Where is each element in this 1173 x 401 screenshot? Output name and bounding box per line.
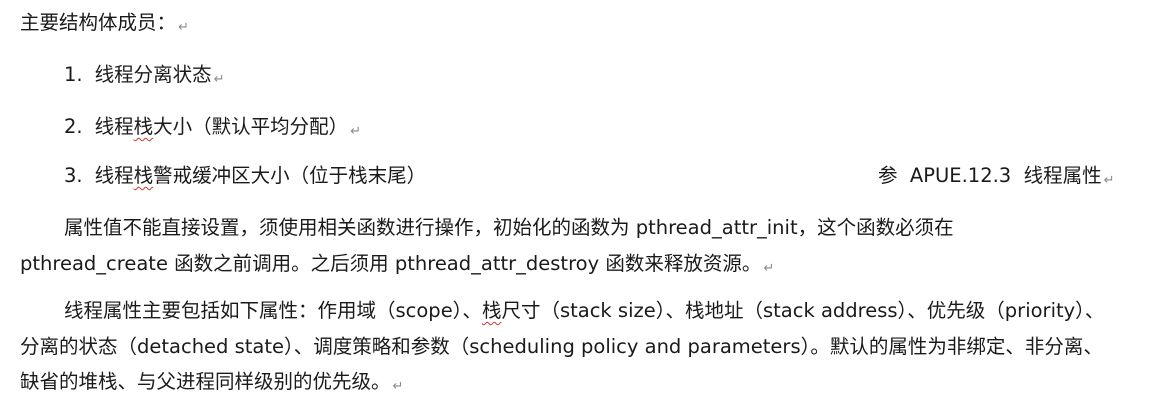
section-heading: 主要结构体成员： ↵ [20,11,189,35]
paragraph-mark-icon: ↵ [350,124,362,139]
paragraph-mark-icon: ↵ [392,379,404,394]
paragraph-mark-icon: ↵ [1103,173,1115,188]
spellcheck-underline: 栈 [133,164,154,187]
list-item-2: 2. 线程栈大小（默认平均分配） ↵ [64,115,362,139]
spellcheck-underline: 栈 [481,299,502,322]
spellcheck-underline: 栈 [133,115,154,138]
list-item-1: 1. 线程分离状态 ↵ [64,63,225,87]
paragraph-1-line-2: pthread_create 函数之前调用。之后须用 pthread_attr_… [20,252,775,276]
list-item-3: 3. 线程栈警戒缓冲区大小（位于栈末尾） [64,164,427,187]
paragraph-mark-icon: ↵ [178,20,189,35]
paragraph-2-line-2: 分离的状态（detached state）、调度策略和参数（scheduling… [20,335,1103,358]
paragraph-mark-icon: ↵ [763,261,775,276]
reference-note: 参 APUE.12.3 线程属性 ↵ [878,164,1115,188]
paragraph-2-line-1: 线程属性主要包括如下属性：作用域（scope）、栈尺寸（stack size）、… [64,299,1105,322]
paragraph-mark-icon: ↵ [213,72,225,87]
paragraph-1-line-1: 属性值不能直接设置，须使用相关函数进行操作，初始化的函数为 pthread_at… [64,216,954,239]
paragraph-2-line-3: 缺省的堆栈、与父进程同样级别的优先级。 ↵ [20,370,404,394]
